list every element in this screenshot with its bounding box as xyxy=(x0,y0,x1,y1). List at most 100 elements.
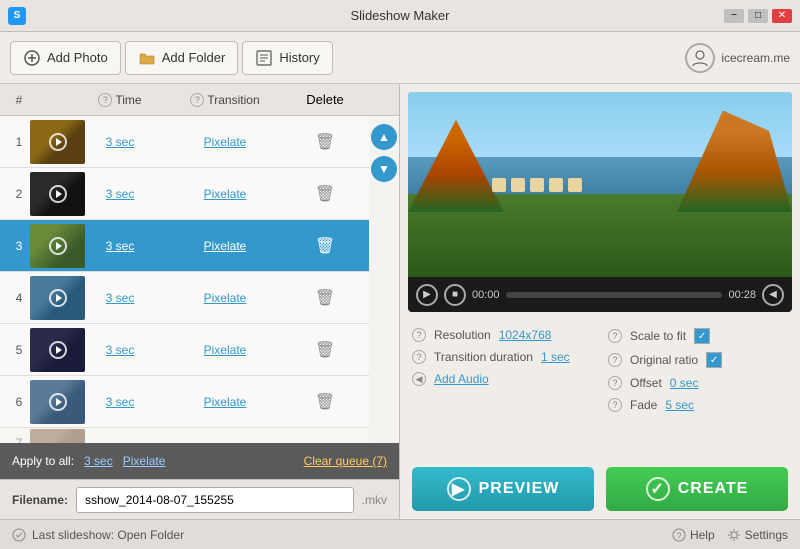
svg-text:?: ? xyxy=(676,531,681,541)
resolution-label: Resolution xyxy=(434,328,491,342)
move-down-button[interactable]: ▼ xyxy=(371,156,397,182)
add-photo-button[interactable]: Add Photo xyxy=(10,41,121,75)
row-num: 5 xyxy=(0,343,30,357)
row-transition[interactable]: Pixelate xyxy=(155,187,295,201)
progress-bar[interactable] xyxy=(506,292,723,298)
titlebar: S Slideshow Maker − □ ✕ xyxy=(0,0,800,32)
status-icon xyxy=(12,528,26,542)
current-time: 00:00 xyxy=(472,289,500,301)
filename-input[interactable] xyxy=(76,487,354,513)
row-delete-button[interactable]: 🗑 xyxy=(295,392,355,412)
row-time[interactable]: 3 sec xyxy=(85,239,155,253)
resolution-info-icon[interactable]: ? xyxy=(412,328,426,342)
transition-duration-row: ? Transition duration 1 sec xyxy=(412,350,592,364)
row-num: 2 xyxy=(0,187,30,201)
table-row[interactable]: 5 3 sec Pixelate 🗑 xyxy=(0,324,399,376)
row-transition[interactable]: Pixelate xyxy=(155,395,295,409)
preview-button[interactable]: ▶ PREVIEW xyxy=(412,467,594,511)
create-button[interactable]: ✓ CREATE xyxy=(606,467,788,511)
settings-icon xyxy=(727,528,741,542)
transition-duration-value[interactable]: 1 sec xyxy=(541,350,570,364)
user-info: icecream.me xyxy=(685,43,790,73)
table-row[interactable]: 4 3 sec Pixelate 🗑 xyxy=(0,272,399,324)
settings-button[interactable]: Settings xyxy=(727,528,788,542)
ratio-info-icon[interactable]: ? xyxy=(608,353,622,367)
row-thumb xyxy=(30,120,85,164)
row-delete-button[interactable]: 🗑 xyxy=(295,340,355,360)
offset-value[interactable]: 0 sec xyxy=(670,376,699,390)
arrows-panel: ▲ ▼ xyxy=(369,116,399,443)
row-time[interactable]: 3 sec xyxy=(85,187,155,201)
col-transition-header: ? Transition xyxy=(155,93,295,107)
fade-value[interactable]: 5 sec xyxy=(665,398,694,412)
maximize-button[interactable]: □ xyxy=(748,9,768,23)
add-audio-icon[interactable]: ◀ xyxy=(412,372,426,386)
add-folder-icon xyxy=(138,49,156,67)
video-controls: ▶ ■ 00:00 00:28 ◀ xyxy=(408,277,792,312)
volume-button[interactable]: ◀ xyxy=(762,284,784,306)
table-row[interactable]: 2 3 sec Pixelate 🗑 xyxy=(0,168,399,220)
app-title: Slideshow Maker xyxy=(351,8,450,23)
offset-info-icon[interactable]: ? xyxy=(608,376,622,390)
stop-button[interactable]: ■ xyxy=(444,284,466,306)
clear-queue-button[interactable]: Clear queue (7) xyxy=(304,454,387,468)
row-thumb xyxy=(30,276,85,320)
transition-duration-label: Transition duration xyxy=(434,350,533,364)
scale-to-fit-checkbox[interactable]: ✓ xyxy=(694,328,710,344)
scale-info-icon[interactable]: ? xyxy=(608,329,622,343)
video-preview: ▶ ■ 00:00 00:28 ◀ xyxy=(408,92,792,312)
row-time[interactable]: 3 sec xyxy=(85,343,155,357)
fade-label: Fade xyxy=(630,398,657,412)
row-num: 6 xyxy=(0,395,30,409)
resolution-value[interactable]: 1024x768 xyxy=(499,328,552,342)
row-delete-button[interactable]: 🗑 xyxy=(295,236,355,256)
table-header: # ? Time ? Transition Delete xyxy=(0,84,399,116)
filename-extension: .mkv xyxy=(362,493,387,507)
apply-transition[interactable]: Pixelate xyxy=(123,454,166,468)
row-transition[interactable]: Pixelate xyxy=(155,343,295,357)
row-delete-button[interactable]: 🗑 xyxy=(295,132,355,152)
row-delete-button[interactable]: 🗑 xyxy=(295,288,355,308)
add-folder-button[interactable]: Add Folder xyxy=(125,41,239,75)
minimize-button[interactable]: − xyxy=(724,9,744,23)
close-button[interactable]: ✕ xyxy=(772,9,792,23)
row-delete-button[interactable]: 🗑 xyxy=(295,184,355,204)
main-content: # ? Time ? Transition Delete xyxy=(0,84,800,519)
row-time[interactable]: 3 sec xyxy=(85,395,155,409)
settings-left: ? Resolution 1024x768 ? Transition durat… xyxy=(412,328,592,412)
row-time[interactable]: 3 sec xyxy=(85,291,155,305)
time-info-icon[interactable]: ? xyxy=(98,93,112,107)
row-thumb xyxy=(30,429,85,444)
row-time[interactable]: 3 sec xyxy=(85,135,155,149)
row-thumb xyxy=(30,224,85,268)
transition-info-icon[interactable]: ? xyxy=(190,93,204,107)
table-row[interactable]: 7 xyxy=(0,428,399,443)
table-row[interactable]: 3 3 sec Pixelate 🗑 xyxy=(0,220,399,272)
table-row[interactable]: 6 3 sec Pixelate 🗑 xyxy=(0,376,399,428)
status-right: ? Help Settings xyxy=(672,528,788,542)
help-button[interactable]: ? Help xyxy=(672,528,715,542)
video-frame xyxy=(408,92,792,277)
apply-time[interactable]: 3 sec xyxy=(84,454,113,468)
help-label: Help xyxy=(690,528,715,542)
move-up-button[interactable]: ▲ xyxy=(371,124,397,150)
add-folder-label: Add Folder xyxy=(162,50,226,65)
table-row[interactable]: 1 3 sec Pixelate 🗑 xyxy=(0,116,399,168)
row-transition[interactable]: Pixelate xyxy=(155,135,295,149)
row-transition[interactable]: Pixelate xyxy=(155,239,295,253)
add-audio-button[interactable]: Add Audio xyxy=(434,372,489,386)
table-scroll[interactable]: 1 3 sec Pixelate 🗑 2 xyxy=(0,116,399,443)
offset-row: ? Offset 0 sec xyxy=(608,376,788,390)
transition-dur-info-icon[interactable]: ? xyxy=(412,350,426,364)
filename-bar: Filename: .mkv xyxy=(0,479,399,519)
play-button[interactable]: ▶ xyxy=(416,284,438,306)
row-thumb xyxy=(30,172,85,216)
preview-label: PREVIEW xyxy=(479,480,560,498)
row-transition[interactable]: Pixelate xyxy=(155,291,295,305)
original-ratio-checkbox[interactable]: ✓ xyxy=(706,352,722,368)
settings-label: Settings xyxy=(745,528,788,542)
history-button[interactable]: History xyxy=(242,41,332,75)
fade-info-icon[interactable]: ? xyxy=(608,398,622,412)
user-label: icecream.me xyxy=(721,51,790,65)
row-num: 7 xyxy=(0,436,30,444)
